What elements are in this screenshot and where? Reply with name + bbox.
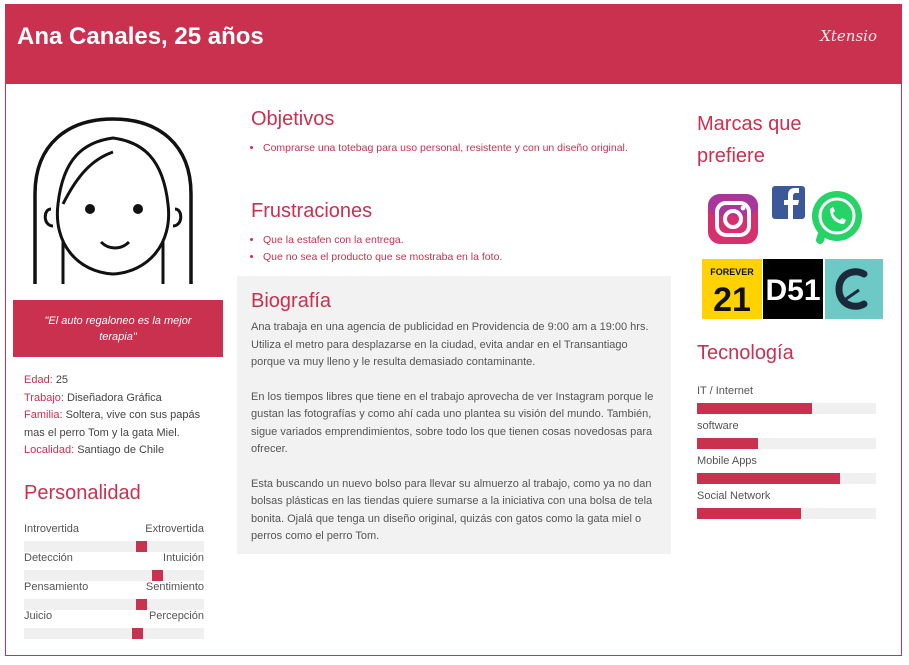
list-item: Que la estafen con la entrega. [263, 232, 643, 249]
header-bar: Ana Canales, 25 años Xtensio [6, 5, 901, 84]
trait-slider: Pensamiento Sentimiento [24, 581, 204, 611]
tech-fill [697, 508, 801, 519]
facts-list: Edad: 25 Trabajo: Diseñadora Gráfica Fam… [24, 372, 214, 460]
persona-quote: "El auto regaloneo es la mejor terapia" [13, 300, 223, 357]
tech-bar: IT / Internet [697, 385, 877, 415]
fact-location: Localidad: Santiago de Chile [24, 444, 165, 456]
svg-text:21: 21 [713, 281, 751, 319]
goals-list: Comprarse una totebag para uso personal,… [251, 140, 643, 157]
instagram-icon [708, 194, 758, 244]
avatar-illustration [33, 117, 193, 284]
technology-title: Tecnología [697, 342, 794, 364]
frustrations-list: Que la estafen con la entrega. Que no se… [251, 232, 643, 266]
c-brand-logo [825, 259, 883, 319]
trait-slider: Detección Intuición [24, 552, 204, 582]
list-item: Comprarse una totebag para uso personal,… [263, 140, 643, 157]
trait-track [24, 628, 204, 639]
svg-text:FOREVER: FOREVER [710, 267, 754, 277]
brands-title: Marcas que prefiere [697, 113, 802, 167]
brand-logo: Xtensio [820, 27, 877, 45]
tech-bar: Social Network [697, 490, 877, 520]
brand-logos: FOREVER 21 D51 [702, 186, 883, 319]
trait-slider: Juicio Percepción [24, 610, 204, 640]
trait-track [24, 541, 204, 552]
personality-title: Personalidad [24, 482, 141, 504]
persona-card: Ana Canales, 25 años Xtensio "El auto re… [5, 4, 902, 656]
facebook-icon [772, 186, 805, 219]
tech-fill [697, 473, 840, 484]
tech-fill [697, 403, 812, 414]
trait-marker [152, 570, 163, 581]
trait-slider: Introvertida Extrovertida [24, 523, 204, 553]
bio-paragraph: Ana trabaja en una agencia de publicidad… [251, 321, 649, 368]
fact-job: Trabajo: Diseñadora Gráfica [24, 391, 162, 404]
tech-bar: Mobile Apps [697, 455, 877, 485]
tech-fill [697, 438, 758, 449]
trait-marker [136, 599, 147, 610]
persona-name: Ana Canales, 25 años [17, 23, 264, 50]
whatsapp-icon [812, 191, 862, 244]
fact-family: Familia: Soltera, vive con sus papás mas… [24, 409, 201, 439]
bio-paragraph: En los tiempos libres que tiene en el tr… [251, 390, 654, 456]
bio-paragraph: Esta buscando un nuevo bolso para llevar… [251, 477, 653, 543]
trait-marker [132, 628, 143, 639]
frustrations-title: Frustraciones [251, 200, 373, 222]
biography-panel: Biografía Ana trabaja en una agencia de … [237, 276, 671, 554]
svg-text:D51: D51 [765, 274, 820, 307]
d51-logo: D51 [763, 259, 823, 319]
forever21-logo: FOREVER 21 [702, 259, 762, 319]
list-item: Que no sea el producto que se mostraba e… [263, 249, 643, 266]
biography-title: Biografía [251, 290, 332, 312]
goals-title: Objetivos [251, 108, 335, 130]
tech-bar: software [697, 420, 877, 450]
trait-track [24, 599, 204, 610]
trait-marker [136, 541, 147, 552]
fact-age: Edad: 25 [24, 374, 69, 386]
trait-track [24, 570, 204, 581]
